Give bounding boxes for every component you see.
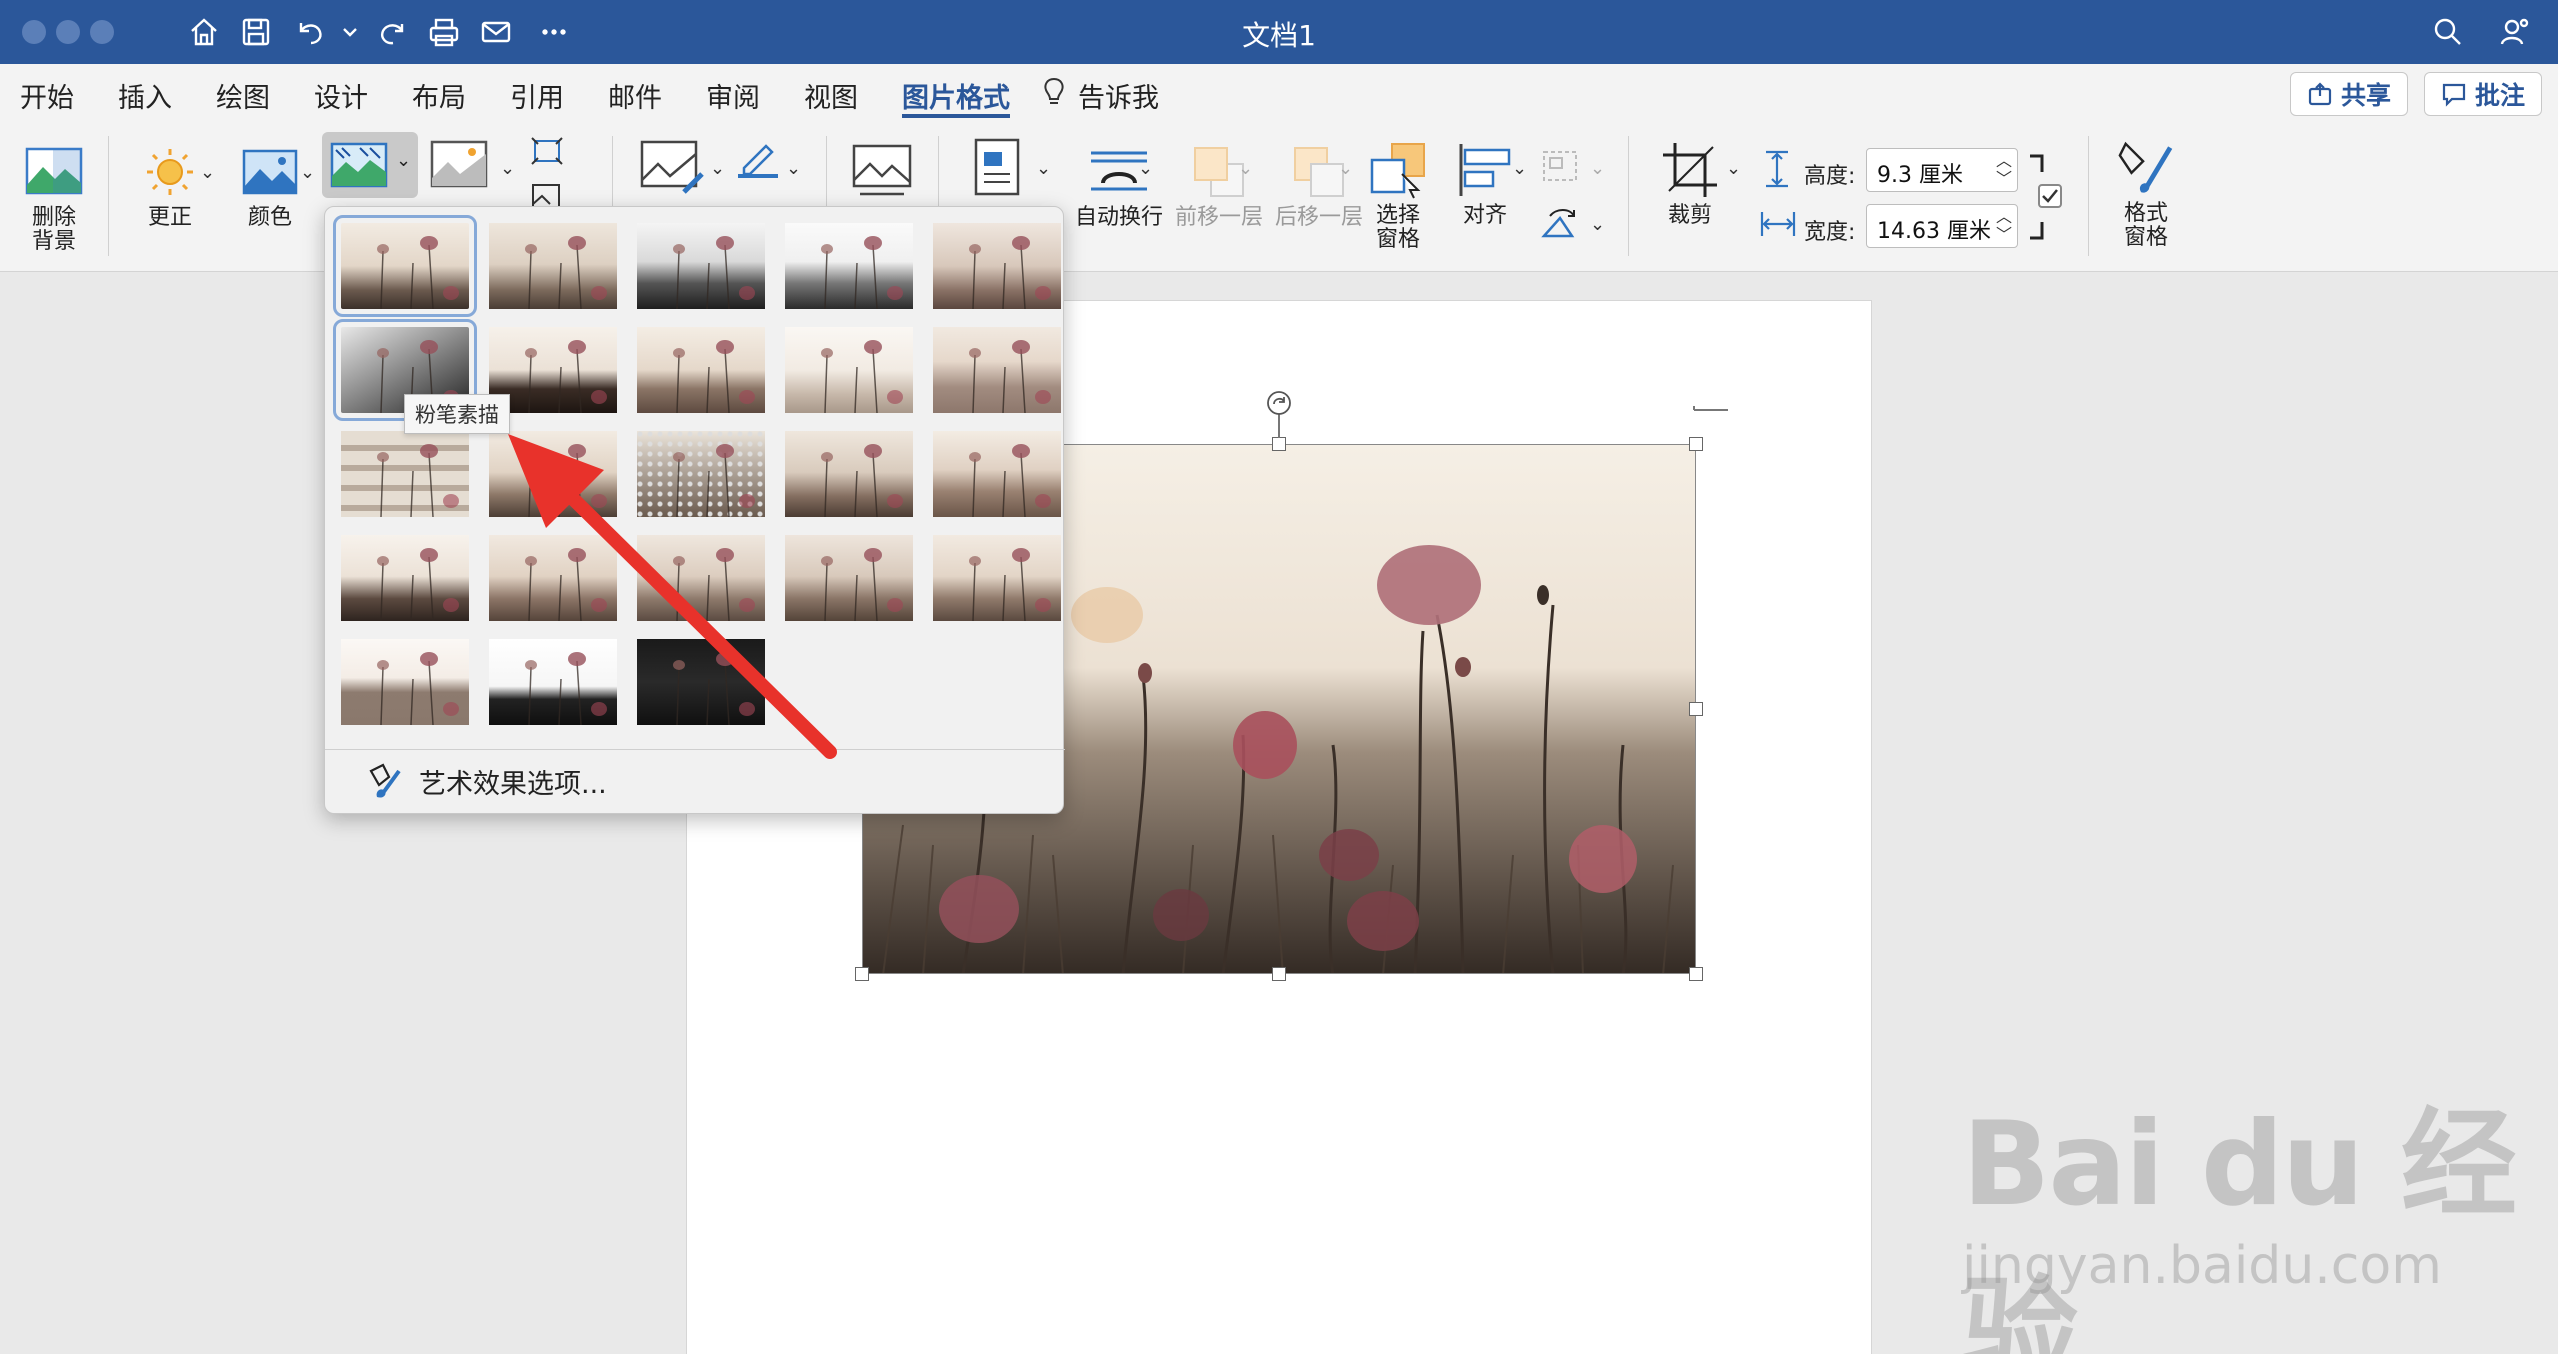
watermark-url: jingyan.baidu.com xyxy=(1962,1236,2442,1296)
watermark-logo: Bai du 经验 xyxy=(1962,1097,2517,1354)
